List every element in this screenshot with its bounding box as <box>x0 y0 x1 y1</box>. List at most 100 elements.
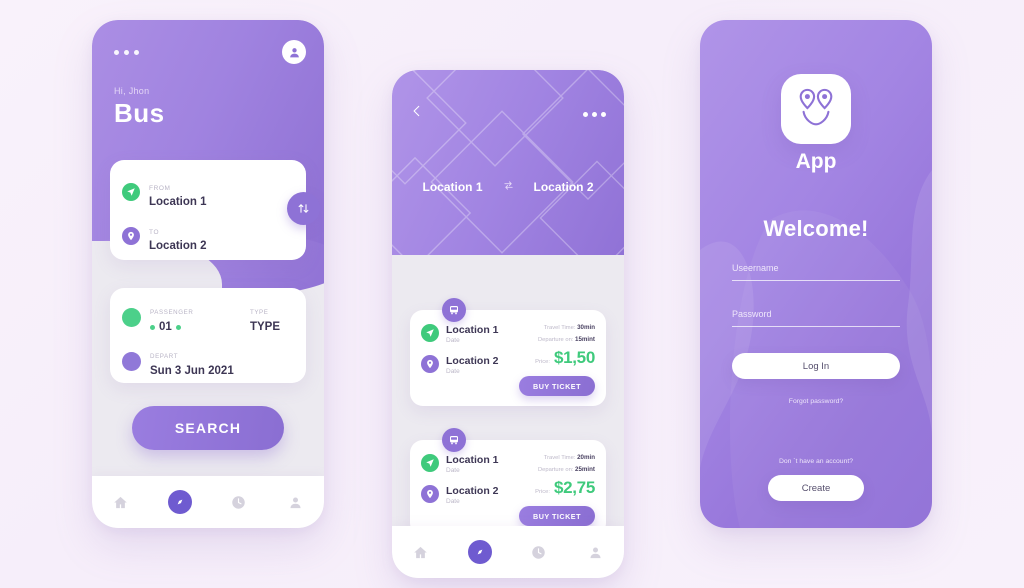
travel-time-value: 20min <box>577 454 595 461</box>
person-icon[interactable] <box>286 492 306 512</box>
depart-row[interactable]: DEPART Sun 3 Jun 2021 <box>122 345 294 377</box>
ticket-from-row: Location 1 Date <box>421 324 517 344</box>
ticket-to-date: Date <box>446 368 460 375</box>
home-icon[interactable] <box>111 492 131 512</box>
depart-dot-icon <box>122 351 141 371</box>
clock-icon[interactable] <box>229 492 249 512</box>
from-label: FROM <box>149 184 171 192</box>
username-input[interactable] <box>732 263 900 281</box>
to-row[interactable]: TO Location 2 <box>122 218 294 254</box>
more-dots-icon[interactable] <box>583 112 606 117</box>
depart-value: Sun 3 Jun 2021 <box>150 365 234 377</box>
from-row[interactable]: FROM Location 1 <box>122 174 294 210</box>
ticket-meta: Travel Time: 30min Departure on: 15mint … <box>511 324 595 368</box>
ticket-from-name: Location 1 <box>446 454 499 466</box>
price-label: Price: <box>535 489 550 495</box>
departure-row: Departure on: 25mint <box>511 466 595 473</box>
ticket-to-row: Location 2 Date <box>421 485 517 505</box>
clock-icon[interactable] <box>529 542 549 562</box>
phone-screen-search: Hi, Jhon Bus FROM Location 1 TO Location… <box>92 20 324 528</box>
phone-screen-results: Location 1 Location 2 Location 1 Date Lo… <box>392 70 624 578</box>
bus-icon <box>442 298 466 322</box>
password-input[interactable] <box>732 309 900 327</box>
smiley-map-pins-logo <box>781 74 851 144</box>
bottom-navigation-1 <box>92 476 324 528</box>
greeting-text: Hi, Jhon <box>114 86 150 96</box>
ticket-from-date: Date <box>446 467 460 474</box>
more-dots-icon[interactable] <box>114 50 139 55</box>
passenger-stepper[interactable]: 01 <box>150 321 193 333</box>
type-group[interactable]: TYPE TYPE <box>250 301 280 333</box>
passenger-count: 01 <box>159 321 172 333</box>
bus-icon <box>442 428 466 452</box>
compass-icon[interactable] <box>167 490 192 514</box>
route-card: FROM Location 1 TO Location 2 <box>110 160 320 260</box>
departure-value: 15mint <box>575 336 595 343</box>
diamond-pattern-decoration <box>392 70 624 255</box>
type-value: TYPE <box>249 321 280 333</box>
trip-detail-card: PASSENGER 01 TYPE TYPE DEPART Sun 3 Jun … <box>110 288 306 383</box>
passenger-row[interactable]: PASSENGER 01 TYPE TYPE <box>122 301 294 333</box>
price-value: $1,50 <box>553 348 595 367</box>
forgot-password-link[interactable]: Forgot password? <box>700 398 932 405</box>
departure-label: Departure on: <box>537 337 574 343</box>
page-title: Bus <box>114 98 165 128</box>
navigation-arrow-icon <box>421 324 439 342</box>
welcome-heading: Welcome! <box>763 216 869 241</box>
navigation-arrow-icon <box>421 454 439 472</box>
depart-label: DEPART <box>150 353 179 360</box>
ticket-from-date: Date <box>446 337 460 344</box>
navigation-arrow-icon <box>122 183 140 201</box>
ticket-route: Location 1 Date Location 2 Date <box>421 324 517 375</box>
swap-horizontal-icon[interactable] <box>503 178 514 196</box>
ticket-card[interactable]: Location 1 Date Location 2 Date Travel T… <box>410 298 606 406</box>
from-location: Location 1 <box>422 180 483 194</box>
bottom-navigation-2 <box>392 526 624 578</box>
price-row: Price: $1,50 <box>511 348 595 368</box>
person-icon[interactable] <box>586 542 606 562</box>
from-value: Location 1 <box>149 195 207 208</box>
ticket-to-name: Location 2 <box>446 355 499 367</box>
map-pin-icon <box>421 485 439 503</box>
login-button[interactable]: Log In <box>732 353 900 379</box>
travel-time-label: Travel Time: <box>543 455 576 461</box>
to-value: Location 2 <box>149 239 207 252</box>
ticket-route: Location 1 Date Location 2 Date <box>421 454 517 505</box>
buy-ticket-button[interactable]: BUY TICKET <box>519 506 595 526</box>
map-pin-icon <box>421 355 439 373</box>
increment-icon[interactable] <box>175 324 181 330</box>
passenger-label: PASSENGER <box>150 309 194 316</box>
departure-value: 25mint <box>575 466 595 473</box>
home-icon[interactable] <box>411 542 431 562</box>
decrement-icon[interactable] <box>150 324 155 330</box>
travel-time-row: Travel Time: 30min <box>511 324 595 331</box>
compass-icon[interactable] <box>467 540 492 564</box>
search-button[interactable]: SEARCH <box>132 406 284 450</box>
price-label: Price: <box>535 359 550 365</box>
passenger-dot-icon <box>122 307 141 327</box>
ticket-to-row: Location 2 Date <box>421 355 517 375</box>
app-name: App <box>795 150 837 173</box>
ticket-meta: Travel Time: 20min Departure on: 25mint … <box>511 454 595 498</box>
screen2-header: Location 1 Location 2 <box>392 70 624 255</box>
create-account-button[interactable]: Create <box>768 475 864 501</box>
chevron-left-icon[interactable] <box>410 104 424 123</box>
to-location: Location 2 <box>533 180 594 194</box>
ticket-to-date: Date <box>446 498 460 505</box>
travel-time-row: Travel Time: 20min <box>511 454 595 461</box>
route-summary: Location 1 Location 2 <box>392 178 624 196</box>
to-label: TO <box>149 228 160 236</box>
user-avatar-icon[interactable] <box>282 40 306 64</box>
ticket-to-name: Location 2 <box>446 485 499 497</box>
departure-row: Departure on: 15mint <box>511 336 595 343</box>
buy-ticket-button[interactable]: BUY TICKET <box>519 376 595 396</box>
phone-screen-login: App Welcome! Log In Forgot password? Don… <box>700 20 932 528</box>
departure-label: Departure on: <box>537 467 574 473</box>
type-label: TYPE <box>249 309 269 316</box>
travel-time-label: Travel Time: <box>543 325 576 331</box>
ticket-card[interactable]: Location 1 Date Location 2 Date Travel T… <box>410 428 606 536</box>
travel-time-value: 30min <box>577 324 595 331</box>
price-value: $2,75 <box>553 478 595 497</box>
ticket-from-row: Location 1 Date <box>421 454 517 474</box>
swap-vertical-icon[interactable] <box>287 192 320 225</box>
